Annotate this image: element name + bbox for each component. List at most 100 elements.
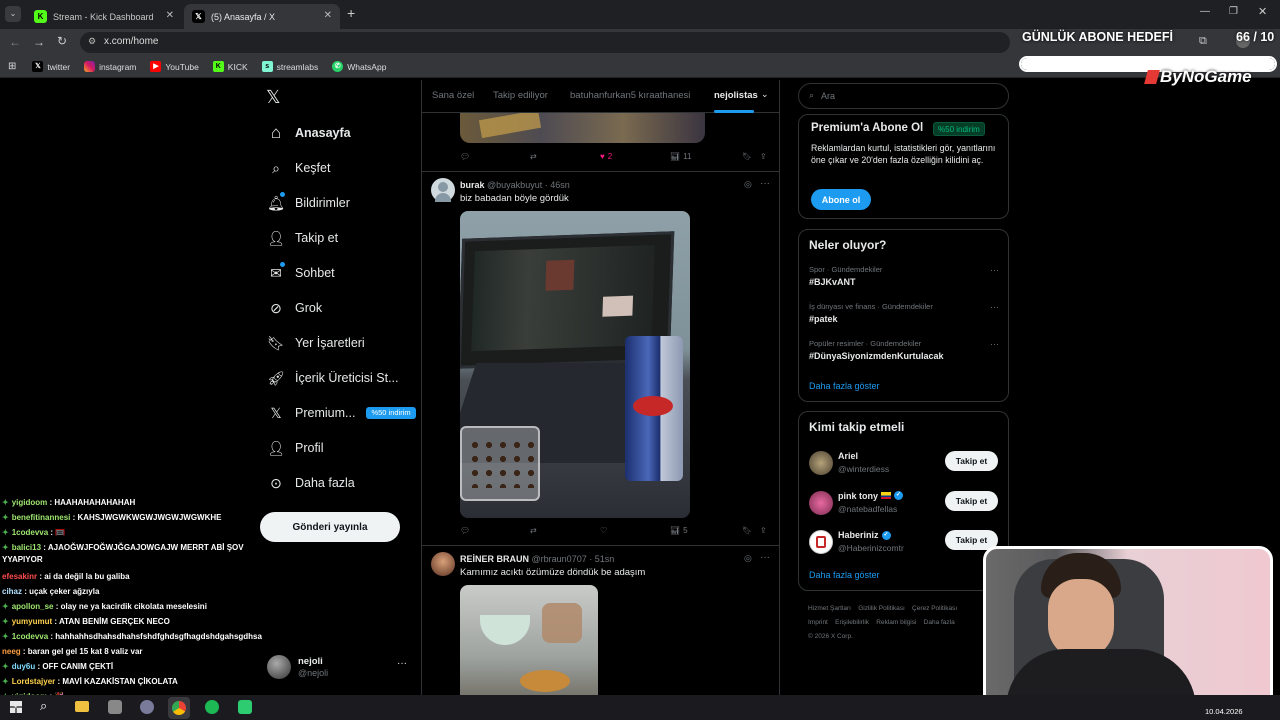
apps-icon[interactable]: ⊞ (8, 61, 16, 72)
chat-username[interactable]: efesakinr (2, 572, 37, 581)
share-icon[interactable]: ⇪ (760, 152, 767, 161)
account-switcher[interactable]: nejoli @nejoli ··· (266, 654, 410, 682)
post-image[interactable] (460, 585, 598, 700)
footer-link[interactable]: Erişilebilirlik (835, 619, 869, 626)
chevron-down-icon[interactable]: ⌄ (761, 89, 769, 100)
tab-community[interactable]: batuhanfurkan5 kıraathanesi (570, 90, 690, 101)
bookmark-icon[interactable]: 🔖︎ (742, 152, 752, 161)
footer-link[interactable]: Imprint (808, 619, 828, 626)
nav-item-more-circle[interactable]: ⊙ Daha fazla (266, 472, 355, 494)
chat-username[interactable]: balici13 (12, 543, 41, 552)
tab-following[interactable]: Takip ediliyor (493, 90, 548, 101)
minimize-icon[interactable]: — (1200, 6, 1210, 17)
chat-username[interactable]: benefitinannesi (12, 513, 71, 522)
more-icon[interactable]: ··· (760, 552, 770, 563)
chat-username[interactable]: Lordstajyer (12, 677, 56, 686)
trend-item[interactable]: Popüler resimler · Gündemdekiler #DünyaSi… (809, 339, 999, 361)
nav-item-follow[interactable]: 👤︎ Takip et (266, 227, 338, 249)
chrome-icon[interactable] (168, 697, 190, 719)
author-name[interactable]: REİNER BRAUN (460, 554, 529, 564)
chat-username[interactable]: 1codevva (12, 528, 48, 537)
views-button[interactable]: 📊︎ 5 (670, 526, 688, 535)
bookmark-instagram[interactable]: instagram (84, 61, 136, 72)
subscribe-button[interactable]: Abone ol (811, 189, 871, 210)
avatar[interactable] (431, 552, 455, 576)
chat-username[interactable]: yumyumut (12, 617, 52, 626)
reload-icon[interactable]: ↻ (57, 34, 67, 48)
repost-icon[interactable]: ⇄ (530, 152, 537, 161)
more-icon[interactable]: ··· (990, 302, 999, 312)
like-button[interactable]: ♥ 2 (600, 152, 612, 161)
post-image[interactable] (460, 211, 690, 518)
chat-username[interactable]: 1codevva (12, 632, 48, 641)
post-button[interactable]: Gönderi yayınla (260, 512, 400, 542)
close-icon[interactable]: ✕ (166, 10, 174, 21)
file-explorer-icon[interactable] (75, 701, 89, 712)
footer-link[interactable]: Hizmet Şartları (808, 605, 851, 612)
extensions-icon[interactable]: ⧉ (1199, 35, 1207, 48)
footer-link[interactable]: Daha fazla (924, 619, 955, 626)
follow-suggestion[interactable]: pink tony ✓ @natebadfellas Takip et (799, 488, 1008, 518)
chat-username[interactable]: duy6u (12, 662, 36, 671)
follow-button[interactable]: Takip et (945, 451, 998, 471)
share-icon[interactable]: ⇪ (760, 526, 767, 535)
reply-icon[interactable]: 💬︎ (460, 152, 470, 161)
site-info-icon[interactable]: ⚙ (88, 36, 96, 47)
more-icon[interactable]: ··· (760, 178, 770, 189)
x-home-logo[interactable]: 𝕏 (266, 87, 281, 108)
close-icon[interactable]: ✕ (324, 10, 332, 21)
chat-username[interactable]: yigidoom (12, 498, 48, 507)
taskbar-search-icon[interactable]: ⌕ (40, 698, 47, 714)
chat-username[interactable]: neeg (2, 647, 21, 656)
footer-link[interactable]: Gizlilik Politikası (858, 605, 905, 612)
nav-item-person[interactable]: 👤︎ Profil (266, 437, 323, 459)
post-time[interactable]: 51sn (595, 554, 615, 564)
chat-username[interactable]: cihaz (2, 587, 22, 596)
bookmark-whatsapp[interactable]: ✆ WhatsApp (332, 61, 386, 72)
show-more-link[interactable]: Daha fazla göster (809, 570, 880, 580)
previous-post-image[interactable] (460, 113, 705, 143)
show-more-link[interactable]: Daha fazla göster (809, 381, 880, 391)
grok-icon[interactable]: ◎ (744, 179, 752, 190)
nav-item-bell[interactable]: 🔔︎ Bildirimler (266, 191, 350, 214)
nav-item-chat[interactable]: ✉ Sohbet (266, 261, 335, 284)
post[interactable]: REİNER BRAUN @rbraun0707 · 51sn ◎ ··· Ka… (422, 546, 779, 700)
app-icon[interactable] (108, 700, 122, 714)
bookmark-youtube[interactable]: ▶ YouTube (150, 61, 199, 72)
like-icon[interactable]: ♡ (600, 526, 607, 535)
windows-start-icon[interactable] (10, 701, 22, 713)
nav-item-search[interactable]: ⌕ Keşfet (266, 157, 330, 179)
nav-item-x[interactable]: 𝕏 Premium... %50 indirim (266, 402, 416, 424)
nav-item-bookmark[interactable]: 🔖︎ Yer İşaretleri (266, 332, 365, 354)
obs-icon[interactable] (140, 700, 154, 714)
nav-item-home[interactable]: ⌂ Anasayfa (266, 122, 351, 144)
footer-link[interactable]: Reklam bilgisi (876, 619, 916, 626)
taskbar-app-icon[interactable] (238, 700, 252, 714)
tab-nejolistas[interactable]: nejolistas (714, 90, 758, 101)
author-handle[interactable]: @rbraun0707 (532, 554, 587, 564)
tab-x-home[interactable]: 𝕏 (5) Anasayfa / X ✕ (184, 4, 340, 29)
window-close-icon[interactable]: ✕ (1258, 5, 1267, 18)
more-icon[interactable]: ··· (990, 265, 999, 275)
trend-item[interactable]: İş dünyası ve finans · Gündemdekiler #pat… (809, 302, 999, 324)
grok-icon[interactable]: ◎ (744, 553, 752, 564)
author-name[interactable]: burak (460, 180, 485, 190)
post-time[interactable]: 46sn (550, 180, 570, 190)
search-input[interactable]: ⌕ Ara (798, 83, 1009, 109)
follow-suggestion[interactable]: Ariel @winterdiess Takip et (799, 448, 1008, 478)
reply-icon[interactable]: 💬︎ (460, 526, 470, 535)
more-icon[interactable]: ··· (990, 339, 999, 349)
chat-username[interactable]: apollon_se (12, 602, 54, 611)
tab-kick-dashboard[interactable]: K Stream - Kick Dashboard ✕ (26, 4, 182, 29)
address-bar[interactable]: ⚙ x.com/home (80, 32, 1010, 53)
avatar[interactable] (431, 178, 455, 202)
trend-item[interactable]: Spor · Gündemdekiler #BJKvANT ··· (809, 265, 999, 287)
follow-button[interactable]: Takip et (945, 490, 998, 511)
forward-icon[interactable]: → (33, 35, 45, 49)
nav-item-rocket[interactable]: 🚀︎ İçerik Üreticisi St... (266, 367, 398, 389)
tab-search-button[interactable]: ⌄ (5, 6, 21, 22)
bookmark-kick[interactable]: K KICK (212, 61, 248, 72)
more-icon[interactable]: ··· (397, 658, 407, 669)
post[interactable]: burak @buyakbuyut · 46sn ◎ ··· biz babad… (422, 172, 779, 544)
nav-item-grok[interactable]: ⊘ Grok (266, 297, 322, 319)
